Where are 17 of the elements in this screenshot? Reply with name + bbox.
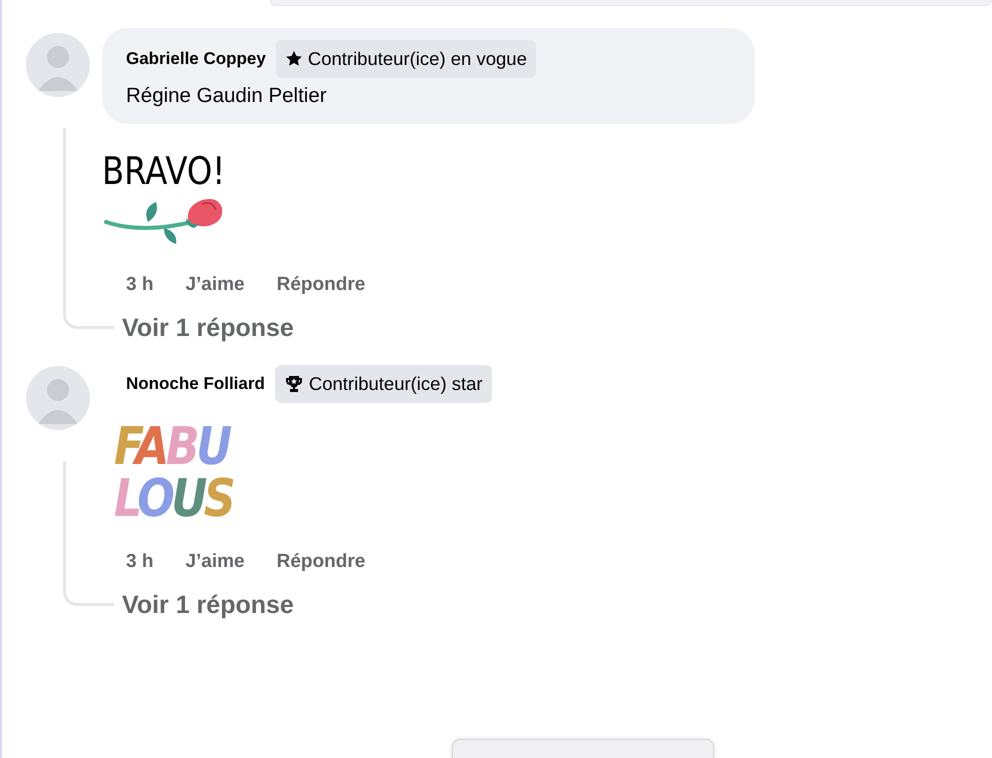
author-name[interactable]: Nonoche Folliard: [126, 374, 265, 394]
view-replies-link[interactable]: Voir 1 réponse: [122, 314, 294, 343]
sticker-drawing: BRAVO!: [102, 150, 242, 248]
author-name[interactable]: Gabrielle Coppey: [126, 49, 266, 69]
badge-label: Contributeur(ice) star: [308, 373, 483, 395]
like-link[interactable]: J’aime: [185, 274, 245, 296]
like-link[interactable]: J’aime: [185, 551, 245, 573]
badge-label: Contributeur(ice) en vogue: [308, 48, 527, 70]
comment-text: Régine Gaudin Peltier: [126, 84, 328, 108]
trophy-icon: [284, 374, 304, 394]
reply-link[interactable]: Répondre: [276, 274, 366, 296]
reply-link[interactable]: Répondre: [276, 551, 366, 573]
sticker-drawing: FABU LOUS: [114, 421, 234, 525]
timestamp: 3 h: [126, 274, 154, 296]
star-icon: [284, 50, 303, 68]
view-replies-link[interactable]: Voir 1 réponse: [122, 591, 294, 620]
timestamp: 3 h: [126, 551, 154, 573]
